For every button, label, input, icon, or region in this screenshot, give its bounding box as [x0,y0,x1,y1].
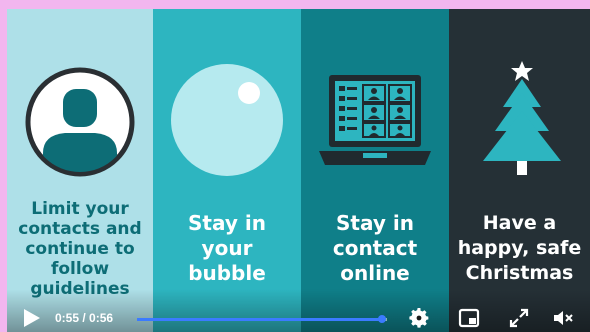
christmas-tree-icon [483,61,561,175]
caption-line: continue to [25,239,135,259]
volume-muted-icon[interactable] [551,306,575,330]
person-icon [25,67,135,177]
caption-stay-in-contact: Stay in contact online [301,211,449,286]
caption-line: Christmas [465,262,574,284]
progress-fill [137,318,382,321]
bubble-icon [171,64,283,176]
progress-bar[interactable] [137,315,387,323]
caption-limit-contacts: Limit your contacts and continue to foll… [7,199,153,299]
progress-thumb[interactable] [378,315,386,323]
play-icon[interactable] [20,307,42,329]
caption-line: Limit your [31,199,129,219]
caption-line: Have a [482,212,557,234]
caption-line: happy, safe [457,237,582,259]
laptop-video-call-icon [319,75,431,165]
caption-line: Stay in [336,211,414,235]
caption-line: contacts and [18,219,142,239]
caption-line: online [340,261,410,285]
panel-happy-christmas: Have a happy, safe Christmas [449,9,590,332]
miniplayer-icon[interactable] [457,306,481,330]
caption-stay-in-bubble: Stay in your bubble [153,211,301,286]
panel-stay-in-contact: Stay in contact online [301,9,449,332]
fullscreen-icon[interactable] [507,306,531,330]
video-control-bar: 0:55 / 0:56 [7,289,590,332]
time-display: 0:55 / 0:56 [55,311,114,325]
panel-limit-contacts: Limit your contacts and continue to foll… [7,9,153,332]
caption-happy-christmas: Have a happy, safe Christmas [449,211,590,286]
caption-line: contact [332,236,418,260]
caption-line: bubble [188,261,266,285]
video-frame[interactable]: Limit your contacts and continue to foll… [7,9,590,332]
settings-gear-icon[interactable] [407,306,431,330]
caption-line: follow [50,259,110,279]
caption-line: Stay in [188,211,266,235]
caption-line: your [201,236,253,260]
panel-stay-in-bubble: Stay in your bubble [153,9,301,332]
